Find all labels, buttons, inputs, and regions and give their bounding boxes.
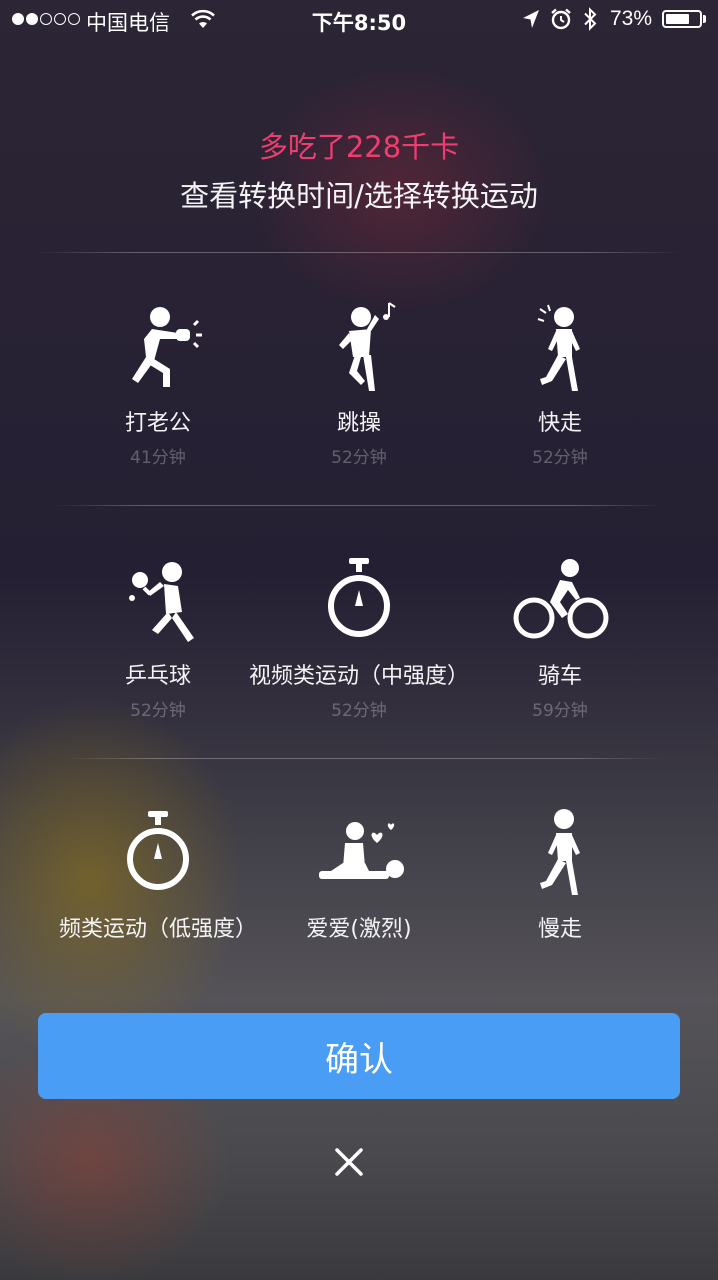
divider <box>36 252 682 253</box>
battery-level-fill <box>666 14 689 24</box>
close-icon[interactable] <box>329 1142 369 1182</box>
activity-row: 打老公 41分钟 跳操 52分钟 快走 52分钟 <box>0 255 718 505</box>
activity-option-cycling[interactable]: 骑车 59分钟 <box>440 508 680 728</box>
stopwatch-icon <box>127 811 189 890</box>
dancing-person-icon <box>339 302 396 391</box>
walking-person-icon <box>540 809 580 895</box>
activity-row: 乒乓球 52分钟 视频类运动（中强度） 52分钟 骑车 59分钟 <box>0 508 718 758</box>
cyclist-icon <box>513 559 609 639</box>
activity-name: 快走 <box>537 411 582 436</box>
activity-row: 频类运动（低强度） 爱爱(激烈) 慢走 <box>0 761 718 1011</box>
activity-option-slow-walk[interactable]: 慢走 <box>440 761 680 981</box>
bluetooth-icon <box>584 7 597 31</box>
status-bar: 中国电信 下午8:50 73% <box>0 0 718 40</box>
couple-icon <box>319 822 404 879</box>
battery-cap <box>703 15 706 23</box>
divider <box>52 505 664 506</box>
divider <box>66 758 660 759</box>
alarm-clock-icon <box>551 8 571 30</box>
calorie-surplus-headline: 多吃了228千卡 <box>258 130 460 164</box>
activity-duration: 59分钟 <box>532 701 588 721</box>
fast-walking-person-icon <box>537 304 580 391</box>
battery-icon <box>662 10 702 28</box>
ping-pong-player-icon <box>129 562 194 642</box>
activity-name: 慢走 <box>537 917 582 942</box>
activity-option-brisk-walk[interactable]: 快走 52分钟 <box>440 255 680 475</box>
battery-percent: 73% <box>610 7 653 30</box>
confirm-button[interactable]: 确认 <box>38 1013 680 1099</box>
activity-duration: 52分钟 <box>532 448 588 468</box>
activity-name: 骑车 <box>537 664 582 689</box>
instruction-subtitle: 查看转换时间/选择转换运动 <box>180 179 538 213</box>
location-arrow-icon <box>523 10 539 28</box>
stopwatch-icon <box>328 558 390 637</box>
punching-person-icon <box>132 307 202 387</box>
